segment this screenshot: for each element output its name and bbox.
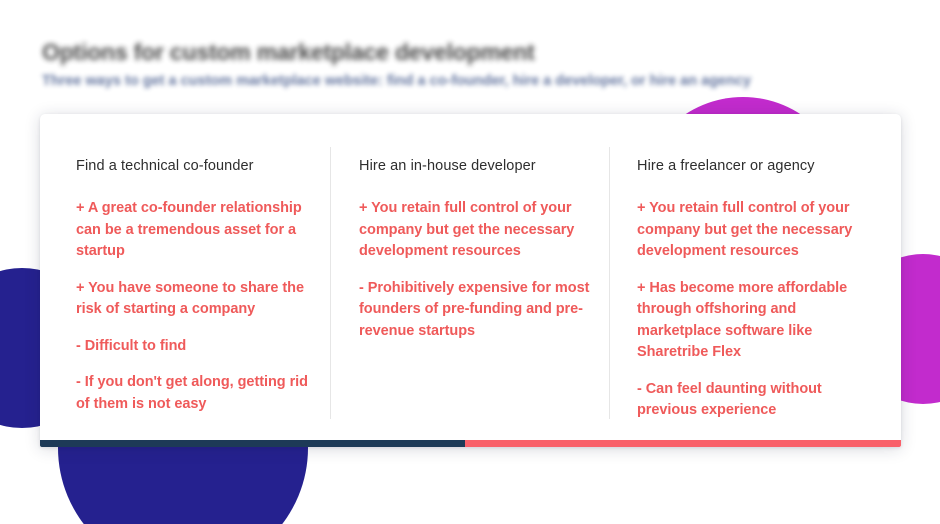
option-point: + You retain full control of your compan… [359, 200, 575, 259]
page-subtitle: Three ways to get a custom marketplace w… [42, 73, 752, 89]
option-point: - Difficult to find [76, 337, 187, 354]
page-root: Options for custom marketplace developme… [0, 0, 940, 524]
option-point: - Prohibitively expensive for most found… [359, 279, 590, 339]
column-title: Hire an in-house developer [359, 158, 536, 174]
option-point: - If you don't get along, getting rid of… [76, 374, 308, 412]
option-point: - Can feel daunting without previous exp… [637, 380, 822, 419]
option-point: + You have someone to share the risk of … [76, 279, 304, 318]
option-column-co-founder: Find a technical co-founder + A great co… [40, 114, 330, 447]
options-card: Find a technical co-founder + A great co… [40, 114, 901, 447]
card-accent-bar [40, 440, 901, 447]
option-point: + You retain full control of your compan… [637, 200, 853, 259]
column-title: Hire a freelancer or agency [637, 158, 815, 174]
option-column-in-house-developer: Hire an in-house developer + You retain … [330, 114, 609, 447]
option-column-freelancer-agency: Hire a freelancer or agency + You retain… [609, 114, 901, 447]
accent-bar-navy-segment [40, 440, 465, 447]
column-title: Find a technical co-founder [76, 158, 254, 174]
header: Options for custom marketplace developme… [42, 38, 752, 91]
accent-bar-coral-segment [465, 440, 901, 447]
option-point: + Has become more affordable through off… [637, 279, 848, 361]
option-point: + A great co-founder relationship can be… [76, 200, 302, 259]
page-title: Options for custom marketplace developme… [42, 39, 535, 65]
